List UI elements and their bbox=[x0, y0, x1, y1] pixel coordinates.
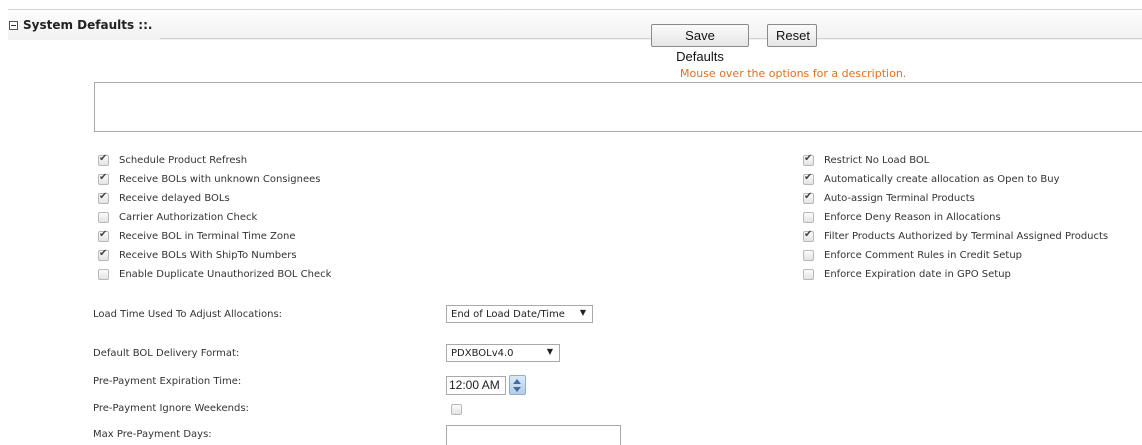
left-option-checkbox[interactable] bbox=[98, 268, 109, 280]
left-option[interactable]: Schedule Product Refresh bbox=[98, 153, 247, 167]
left-option[interactable]: Receive BOL in Terminal Time Zone bbox=[98, 229, 295, 243]
collapse-icon[interactable] bbox=[9, 21, 18, 30]
right-option-checkbox[interactable] bbox=[803, 172, 814, 185]
description-box bbox=[94, 82, 1142, 132]
left-option-label: Receive BOL in Terminal Time Zone bbox=[119, 230, 296, 242]
left-option[interactable]: Receive BOLs with unknown Consignees bbox=[98, 172, 320, 186]
right-option[interactable]: Enforce Comment Rules in Credit Setup bbox=[803, 248, 1022, 262]
max-prepay-days-input[interactable] bbox=[446, 425, 621, 445]
save-defaults-button[interactable]: Save Defaults bbox=[651, 24, 749, 64]
right-option[interactable]: Enforce Expiration date in GPO Setup bbox=[803, 267, 1011, 281]
spinner-down-icon[interactable] bbox=[513, 387, 521, 392]
max-prepay-days-label: Max Pre-Payment Days: bbox=[93, 429, 212, 440]
left-option[interactable]: Enable Duplicate Unauthorized BOL Check bbox=[98, 267, 331, 281]
right-option-checkbox[interactable] bbox=[803, 191, 814, 204]
reset-button[interactable]: Reset bbox=[767, 24, 817, 47]
right-option[interactable]: Filter Products Authorized by Terminal A… bbox=[803, 229, 1108, 243]
left-option-label: Receive BOLs With ShipTo Numbers bbox=[119, 249, 297, 261]
prepay-expiration-label: Pre-Payment Expiration Time: bbox=[93, 376, 242, 387]
prepay-expiration-time-input[interactable]: 12:00 AM bbox=[446, 376, 506, 395]
right-option[interactable]: Automatically create allocation as Open … bbox=[803, 172, 1060, 186]
right-option-checkbox[interactable] bbox=[803, 249, 814, 261]
load-time-value: End of Load Date/Time bbox=[451, 308, 565, 320]
right-option-checkbox[interactable] bbox=[803, 268, 814, 280]
dropdown-arrow-icon: ▼ bbox=[546, 347, 553, 356]
right-option-label: Enforce Deny Reason in Allocations bbox=[824, 211, 1001, 223]
right-option-checkbox[interactable] bbox=[803, 211, 814, 223]
left-option-label: Enable Duplicate Unauthorized BOL Check bbox=[119, 268, 332, 280]
right-option-label: Auto-assign Terminal Products bbox=[824, 192, 975, 204]
right-option-label: Enforce Expiration date in GPO Setup bbox=[824, 268, 1011, 280]
load-time-select[interactable]: End of Load Date/Time ▼ bbox=[446, 305, 593, 323]
time-spinner-icon[interactable] bbox=[509, 375, 526, 395]
left-option[interactable]: Carrier Authorization Check bbox=[98, 210, 257, 224]
left-option-checkbox[interactable] bbox=[98, 229, 109, 242]
left-option-checkbox[interactable] bbox=[98, 211, 109, 223]
prepay-weekends-label: Pre-Payment Ignore Weekends: bbox=[93, 403, 249, 414]
right-option-label: Automatically create allocation as Open … bbox=[824, 173, 1060, 185]
section-header: System Defaults ::. bbox=[8, 9, 1142, 40]
left-option-checkbox[interactable] bbox=[98, 172, 109, 185]
right-option-label: Restrict No Load BOL bbox=[824, 154, 930, 166]
left-option-label: Receive delayed BOLs bbox=[119, 192, 230, 204]
hint-text: Mouse over the options for a description… bbox=[680, 67, 907, 80]
left-option-label: Schedule Product Refresh bbox=[119, 154, 248, 166]
right-option-checkbox[interactable] bbox=[803, 229, 814, 242]
right-option-label: Filter Products Authorized by Terminal A… bbox=[824, 230, 1109, 242]
right-option-checkbox[interactable] bbox=[803, 153, 814, 166]
system-defaults-panel: System Defaults ::. Save Defaults Reset … bbox=[0, 0, 1142, 445]
left-option-checkbox[interactable] bbox=[98, 191, 109, 204]
prepay-weekends-checkbox[interactable] bbox=[451, 404, 462, 415]
section-title: System Defaults ::. bbox=[23, 18, 153, 32]
right-option-label: Enforce Comment Rules in Credit Setup bbox=[824, 249, 1022, 261]
bol-format-value: PDXBOLv4.0 bbox=[451, 347, 514, 359]
left-option-label: Receive BOLs with unknown Consignees bbox=[119, 173, 321, 185]
left-option[interactable]: Receive BOLs With ShipTo Numbers bbox=[98, 248, 297, 262]
spinner-up-icon[interactable] bbox=[513, 379, 521, 384]
dropdown-arrow-icon: ▼ bbox=[579, 308, 586, 317]
left-option-label: Carrier Authorization Check bbox=[119, 211, 258, 223]
right-option[interactable]: Auto-assign Terminal Products bbox=[803, 191, 975, 205]
left-option[interactable]: Receive delayed BOLs bbox=[98, 191, 230, 205]
left-option-checkbox[interactable] bbox=[98, 248, 109, 261]
bol-format-label: Default BOL Delivery Format: bbox=[93, 348, 240, 359]
right-option[interactable]: Restrict No Load BOL bbox=[803, 153, 929, 167]
load-time-label: Load Time Used To Adjust Allocations: bbox=[93, 309, 283, 320]
bol-format-select[interactable]: PDXBOLv4.0 ▼ bbox=[446, 344, 560, 362]
right-option[interactable]: Enforce Deny Reason in Allocations bbox=[803, 210, 1001, 224]
left-option-checkbox[interactable] bbox=[98, 153, 109, 166]
